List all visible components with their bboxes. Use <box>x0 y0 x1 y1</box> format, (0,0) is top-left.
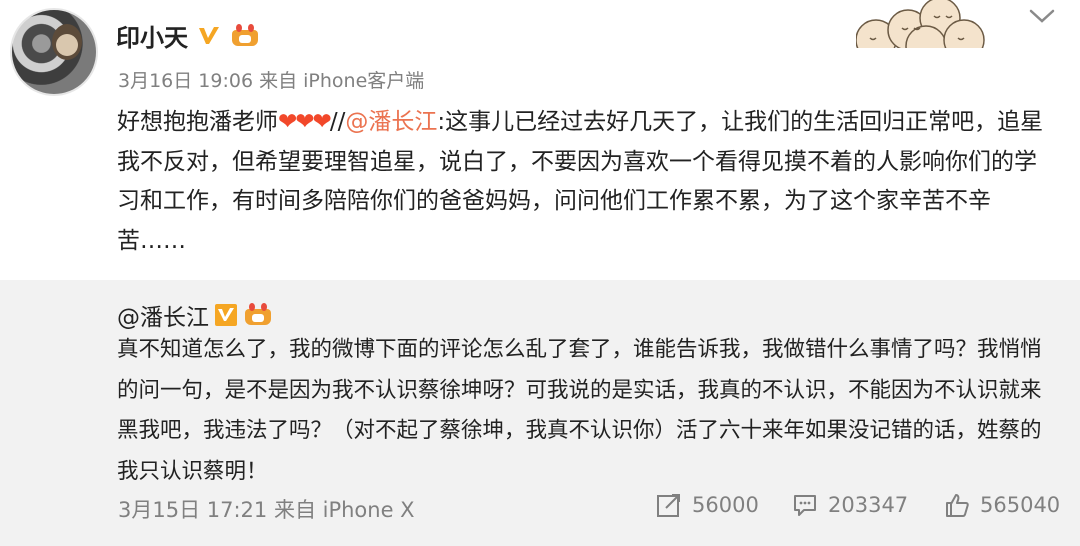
post-body: 好想抱抱潘老师❤❤❤//@潘长江:这事儿已经过去好几天了，让我们的生活回归正常吧… <box>117 103 1057 261</box>
share-button[interactable]: 56000 <box>656 492 759 518</box>
repost-text: 真不知道怎么了，我的微博下面的评论怎么乱了套了，谁能告诉我，我做错什么事情了吗？… <box>117 337 1042 484</box>
crown-member-icon[interactable] <box>243 303 273 327</box>
post-author[interactable]: 印小天 <box>116 18 260 53</box>
comment-button[interactable]: 203347 <box>792 492 908 518</box>
repost-author[interactable]: @潘长江 <box>117 298 273 332</box>
thumbs-up-icon <box>946 494 969 517</box>
avatar-photo-face <box>56 34 78 56</box>
crown-member-icon[interactable] <box>230 23 260 48</box>
comment-count: 203347 <box>828 493 909 517</box>
like-count: 565040 <box>980 493 1061 517</box>
share-icon <box>657 494 680 517</box>
post-timestamp-source: 3月16日 19:06 来自 iPhone客户端 <box>118 70 425 92</box>
repost-author-name[interactable]: @潘长江 <box>117 298 209 332</box>
user-avatar[interactable] <box>10 8 98 96</box>
mention-link[interactable]: @潘长江 <box>345 109 437 135</box>
chevron-down-icon[interactable] <box>1028 6 1056 26</box>
post-text-prefix: 好想抱抱潘老师 <box>117 109 278 135</box>
heart-emoji-icons: ❤❤❤ <box>278 109 332 135</box>
cartoon-faces-decoration <box>856 0 985 48</box>
post-author-name[interactable]: 印小天 <box>116 18 188 53</box>
verified-v-icon <box>196 23 222 49</box>
like-button[interactable]: 565040 <box>944 492 1060 518</box>
verified-v-icon <box>215 304 237 326</box>
comment-icon <box>794 495 816 516</box>
reposted-weibo[interactable]: @潘长江 真不知道怎么了，我的微博下面的评论怎么乱了套了，谁能告诉我，我做错什么… <box>0 280 1080 546</box>
repost-separator: // <box>329 109 346 135</box>
repost-timestamp-source: 3月15日 17:21 来自 iPhone X <box>118 498 415 522</box>
share-count: 56000 <box>692 493 759 517</box>
